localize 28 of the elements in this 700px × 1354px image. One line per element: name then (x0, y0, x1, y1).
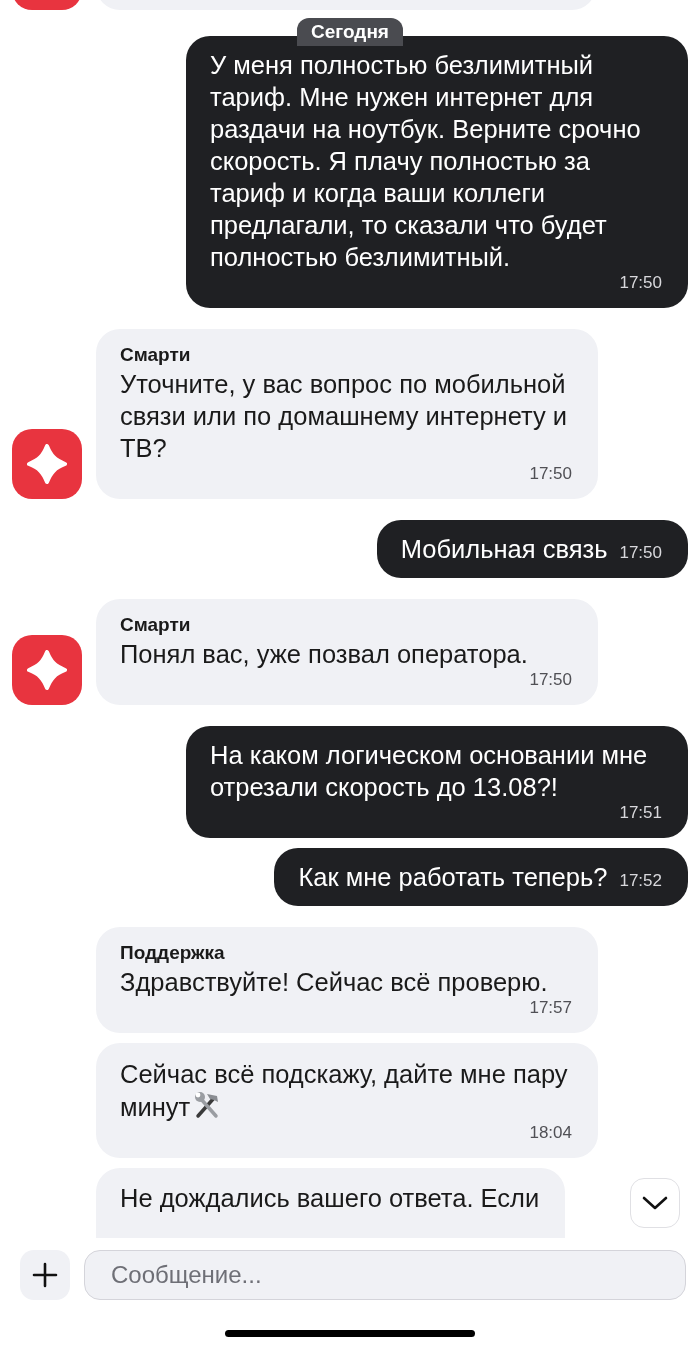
sender-name: Смарти (120, 344, 192, 366)
chevron-down-icon (642, 1195, 668, 1211)
message-text: Понял вас, уже позвал оператора. (120, 639, 528, 670)
message-text: Мобильная связь (400, 534, 608, 565)
message-time: 17:50 (529, 464, 572, 485)
message-time: 17:51 (619, 803, 662, 824)
message-time: 17:52 (619, 871, 662, 892)
message-time: 17:50 (619, 543, 662, 564)
message-text: На каком логическом основании мне отрезали скорость до 13.08?! (210, 740, 649, 803)
star-icon (27, 650, 67, 690)
sender-name: Поддержка (120, 942, 226, 964)
scroll-down-button[interactable] (630, 1178, 680, 1228)
message-text: Сейчас всё подскажу, дайте мне пару минут (120, 1059, 569, 1123)
message-time: 17:50 (619, 273, 662, 294)
message-text: Не дождались вашего ответа. Если (120, 1183, 540, 1214)
message-time: 17:50 (529, 670, 572, 691)
message-time: 17:57 (529, 998, 572, 1019)
message-input[interactable]: Сообщение... (84, 1250, 686, 1300)
message-text: Уточните, у вас вопрос по мобильной связи или по домашнему интернету и ТВ? (120, 369, 569, 464)
star-icon (27, 444, 67, 484)
sender-name: Смарти (120, 614, 192, 636)
date-label: Сегодня (297, 18, 403, 46)
message-text: У меня полностью безлимитный тариф. Мне нужен интернет для раздачи на ноутбук. Верните срочно скорость. Я плачу полностью за тариф и когда ваши коллеги предлагали, то сказали что будет полностью безлимитный. (210, 50, 642, 273)
message-time: 18:04 (529, 1123, 572, 1144)
message-text: Здравствуйте! Сейчас всё проверю. (120, 967, 548, 998)
plus-icon (32, 1262, 58, 1288)
attach-button[interactable] (20, 1250, 70, 1300)
message-text: Как мне работать теперь? (298, 862, 608, 893)
